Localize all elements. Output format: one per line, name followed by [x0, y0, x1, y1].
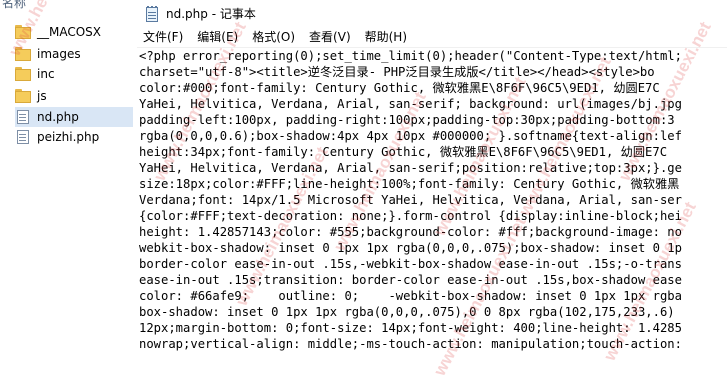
- folder-label: inc: [37, 67, 55, 81]
- folder-label: js: [37, 89, 47, 103]
- code-line: {color:#FFF;text-decoration: none;}.form…: [139, 209, 682, 223]
- php-file-icon: [15, 110, 31, 124]
- code-line: YaHei, Helvitica, Verdana, Arial, san-se…: [139, 161, 682, 175]
- code-line: box-shadow: inset 0 1px 1px rgba(0,0,0,.…: [139, 305, 675, 319]
- file-label: nd.php: [37, 110, 79, 124]
- menu-help[interactable]: 帮助(H): [358, 27, 414, 47]
- folder-item-js[interactable]: js: [15, 86, 133, 106]
- code-line: Verdana;font: 14px/1.5 Microsoft YaHei, …: [139, 193, 682, 207]
- file-item-nd-php[interactable]: nd.php: [15, 107, 133, 127]
- code-line: color:#000;font-family: Century Gothic, …: [139, 81, 660, 95]
- menu-bar: 文件(F) 编辑(E) 格式(O) 查看(V) 帮助(H): [137, 27, 727, 47]
- code-line: rgba(0,0,0,0.6);box-shadow:4px 4px 10px …: [139, 129, 682, 143]
- file-explorer-pane: 名称 __MACOSX images inc js nd.php peizhi.…: [0, 0, 138, 359]
- folder-icon: [15, 67, 31, 81]
- code-line: height:34px;font-family: Century Gothic,…: [139, 145, 668, 159]
- folder-label: __MACOSX: [37, 25, 102, 39]
- notepad-window: nd.php - 记事本 文件(F) 编辑(E) 格式(O) 查看(V) 帮助(…: [137, 0, 727, 359]
- code-line: size:18px;color:#FFF;line-height:100%;fo…: [139, 177, 680, 191]
- code-line: padding-left:100px, padding-right:100px;…: [139, 113, 675, 127]
- folder-item-inc[interactable]: inc: [15, 64, 133, 84]
- text-editor-area[interactable]: <?php error_reporting(0);set_time_limit(…: [137, 47, 727, 359]
- code-line: ease-in-out .15s;transition: border-colo…: [139, 273, 682, 287]
- folder-item-images[interactable]: images: [15, 44, 133, 64]
- file-label: peizhi.php: [37, 130, 100, 144]
- menu-format[interactable]: 格式(O): [245, 27, 302, 47]
- window-title: nd.php - 记事本: [166, 7, 256, 21]
- code-line: charset="utf-8"><title>逆冬泛目录- PHP泛目录生成版<…: [139, 65, 655, 79]
- code-line: border-color ease-in-out .15s,-webkit-bo…: [139, 257, 682, 271]
- name-column-header[interactable]: 名称: [2, 0, 26, 11]
- code-line: webkit-box-shadow: inset 0 1px 1px rgba(…: [139, 241, 682, 255]
- menu-view[interactable]: 查看(V): [302, 27, 358, 47]
- php-file-icon: [15, 130, 31, 144]
- code-line: <?php error_reporting(0);set_time_limit(…: [139, 49, 682, 63]
- notepad-icon: [145, 5, 159, 22]
- code-line: nowrap;vertical-align: middle;-ms-touch-…: [139, 337, 682, 351]
- folder-icon: [15, 47, 31, 61]
- folder-icon: [15, 89, 31, 103]
- menu-file[interactable]: 文件(F): [137, 27, 190, 47]
- menu-edit[interactable]: 编辑(E): [190, 27, 245, 47]
- code-line: height: 1.42857143;color: #555;backgroun…: [139, 225, 682, 239]
- code-line: YaHei, Helvitica, Verdana, Arial, san-se…: [139, 97, 682, 111]
- title-bar[interactable]: nd.php - 记事本: [137, 0, 727, 27]
- file-item-peizhi-php[interactable]: peizhi.php: [15, 127, 133, 147]
- folder-item-macosx[interactable]: __MACOSX: [15, 22, 133, 42]
- folder-label: images: [37, 47, 81, 61]
- code-line: 12px;margin-bottom: 0;font-size: 14px;fo…: [139, 321, 682, 335]
- code-line: color: #66afe9; outline: 0; -webkit-box-…: [139, 289, 682, 303]
- folder-icon: [15, 25, 31, 39]
